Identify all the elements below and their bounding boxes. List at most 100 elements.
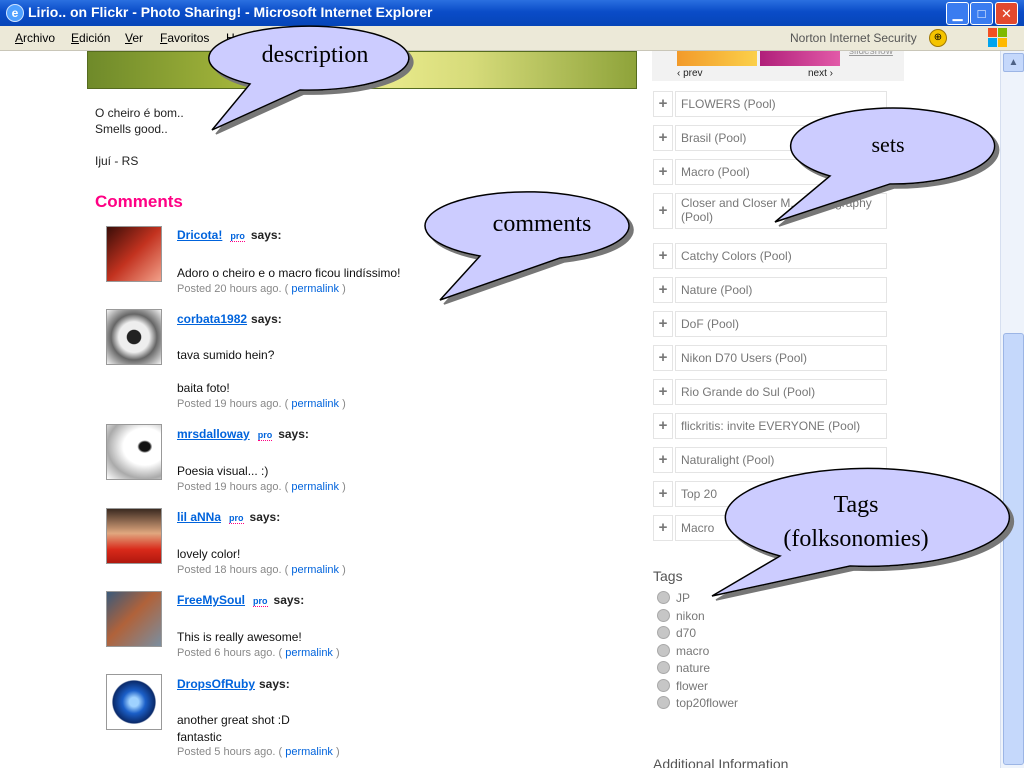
- plus-icon[interactable]: +: [653, 193, 673, 229]
- pool-item[interactable]: + Rio Grande do Sul (Pool): [653, 379, 887, 405]
- plus-icon[interactable]: +: [653, 125, 673, 151]
- pro-badge[interactable]: pro: [253, 596, 268, 607]
- tag-bullet-icon[interactable]: [657, 696, 670, 709]
- plus-icon[interactable]: +: [653, 481, 673, 507]
- avatar[interactable]: [106, 424, 162, 480]
- comment-username[interactable]: lil aNNa pro says:: [177, 510, 280, 524]
- additional-information-heading: Additional Information: [653, 756, 789, 768]
- menu-archivo[interactable]: Archivo: [15, 31, 55, 45]
- tag-bullet-icon[interactable]: [657, 661, 670, 674]
- plus-icon[interactable]: +: [653, 447, 673, 473]
- comment-posted: Posted 6 hours ago. ( permalink ): [177, 647, 340, 659]
- window-title: Lirio.. on Flickr - Photo Sharing! - Mic…: [28, 4, 433, 20]
- plus-icon[interactable]: +: [653, 243, 673, 269]
- pool-item[interactable]: + Naturalight (Pool): [653, 447, 887, 473]
- pro-badge[interactable]: pro: [257, 430, 273, 441]
- next-link[interactable]: next ›: [808, 68, 833, 79]
- norton-toolbar-label[interactable]: Norton Internet Security: [790, 31, 917, 45]
- plus-icon[interactable]: +: [653, 159, 673, 185]
- maximize-button[interactable]: □: [970, 2, 993, 25]
- tag-item[interactable]: JP: [657, 591, 690, 605]
- norton-icon[interactable]: ⊕: [929, 29, 947, 47]
- pool-item[interactable]: + DoF (Pool): [653, 311, 887, 337]
- pool-item[interactable]: + FLOWERS (Pool): [653, 91, 887, 117]
- permalink[interactable]: permalink: [285, 647, 333, 659]
- tag-item[interactable]: nature: [657, 661, 710, 675]
- ie-icon: e: [6, 4, 24, 22]
- pool-item[interactable]: + Closer and Closer M... Photography (Poo…: [653, 193, 887, 229]
- avatar[interactable]: [106, 226, 162, 282]
- menu-bar: Archivo Edición Ver Favoritos H Norton I…: [0, 26, 1024, 51]
- plus-icon[interactable]: +: [653, 311, 673, 337]
- description-line: O cheiro é bom..: [95, 106, 184, 120]
- tag-bullet-icon[interactable]: [657, 591, 670, 604]
- pool-item[interactable]: + Nature (Pool): [653, 277, 887, 303]
- tag-bullet-icon[interactable]: [657, 609, 670, 622]
- permalink[interactable]: permalink: [291, 398, 339, 410]
- description-line: Smells good..: [95, 122, 168, 136]
- pool-item[interactable]: + Nikon D70 Users (Pool): [653, 345, 887, 371]
- comment-text: tava sumido hein?: [177, 348, 275, 362]
- plus-icon[interactable]: +: [653, 379, 673, 405]
- tag-item[interactable]: d70: [657, 626, 696, 640]
- description-line: Ijuí - RS: [95, 154, 139, 168]
- comment-username[interactable]: Dricota! pro says:: [177, 228, 282, 242]
- prev-photo-thumbnail[interactable]: [677, 51, 757, 66]
- tag-bullet-icon[interactable]: [657, 679, 670, 692]
- comment-text: Poesia visual... :): [177, 464, 269, 478]
- comment-posted: Posted 5 hours ago. ( permalink ): [177, 746, 340, 758]
- comment-username[interactable]: FreeMySoul pro says:: [177, 593, 304, 607]
- window-titlebar: e Lirio.. on Flickr - Photo Sharing! - M…: [0, 0, 1024, 26]
- tags-callout-label: Tags (folksonomies): [783, 492, 929, 552]
- plus-icon[interactable]: +: [653, 515, 673, 541]
- comment-posted: Posted 18 hours ago. ( permalink ): [177, 564, 346, 576]
- tag-bullet-icon[interactable]: [657, 644, 670, 657]
- menu-ver[interactable]: Ver: [125, 31, 143, 45]
- comment-text: Adoro o cheiro e o macro ficou lindíssim…: [177, 266, 401, 280]
- vertical-scrollbar[interactable]: ▲: [1000, 51, 1024, 768]
- minimize-button[interactable]: ▁: [946, 2, 969, 25]
- permalink[interactable]: permalink: [291, 481, 339, 493]
- pro-badge[interactable]: pro: [230, 231, 245, 242]
- menu-favoritos[interactable]: Favoritos: [160, 31, 209, 45]
- plus-icon[interactable]: +: [653, 345, 673, 371]
- prev-link[interactable]: ‹ prev: [677, 68, 703, 79]
- tag-bullet-icon[interactable]: [657, 626, 670, 639]
- tag-item[interactable]: nikon: [657, 609, 705, 623]
- comment-text: baita foto!: [177, 381, 230, 395]
- pool-item[interactable]: + Macro (Pool): [653, 159, 887, 185]
- tag-item[interactable]: top20flower: [657, 696, 738, 710]
- close-button[interactable]: ✕: [995, 2, 1018, 25]
- avatar[interactable]: [106, 309, 162, 365]
- tag-item[interactable]: flower: [657, 679, 708, 693]
- scroll-thumb[interactable]: [1003, 333, 1024, 765]
- comment-text: This is really awesome!: [177, 630, 302, 644]
- plus-icon[interactable]: +: [653, 277, 673, 303]
- comment-posted: Posted 19 hours ago. ( permalink ): [177, 398, 346, 410]
- pool-item[interactable]: + Catchy Colors (Pool): [653, 243, 887, 269]
- pool-item[interactable]: + flickritis: invite EVERYONE (Pool): [653, 413, 887, 439]
- comment-username[interactable]: corbata1982 says:: [177, 312, 282, 326]
- next-photo-thumbnail[interactable]: [760, 51, 840, 66]
- avatar[interactable]: [106, 508, 162, 564]
- tag-item[interactable]: macro: [657, 644, 709, 658]
- plus-icon[interactable]: +: [653, 413, 673, 439]
- permalink[interactable]: permalink: [291, 283, 339, 295]
- menu-edicion[interactable]: Edición: [71, 31, 110, 45]
- comment-text: another great shot :D: [177, 713, 290, 727]
- windows-logo-icon: [988, 28, 1008, 48]
- avatar[interactable]: [106, 674, 162, 730]
- scroll-up-arrow-icon[interactable]: ▲: [1003, 53, 1024, 72]
- comment-text: lovely color!: [177, 547, 241, 561]
- plus-icon[interactable]: +: [653, 91, 673, 117]
- pro-badge[interactable]: pro: [229, 513, 244, 524]
- avatar[interactable]: [106, 591, 162, 647]
- menu-help[interactable]: H: [226, 31, 235, 45]
- comment-username[interactable]: mrsdalloway pro says:: [177, 427, 309, 441]
- comment-posted: Posted 20 hours ago. ( permalink ): [177, 283, 346, 295]
- slideshow-link[interactable]: slideshow: [849, 51, 893, 57]
- permalink[interactable]: permalink: [285, 746, 333, 758]
- permalink[interactable]: permalink: [291, 564, 339, 576]
- comment-posted: Posted 19 hours ago. ( permalink ): [177, 481, 346, 493]
- comment-username[interactable]: DropsOfRuby says:: [177, 677, 290, 691]
